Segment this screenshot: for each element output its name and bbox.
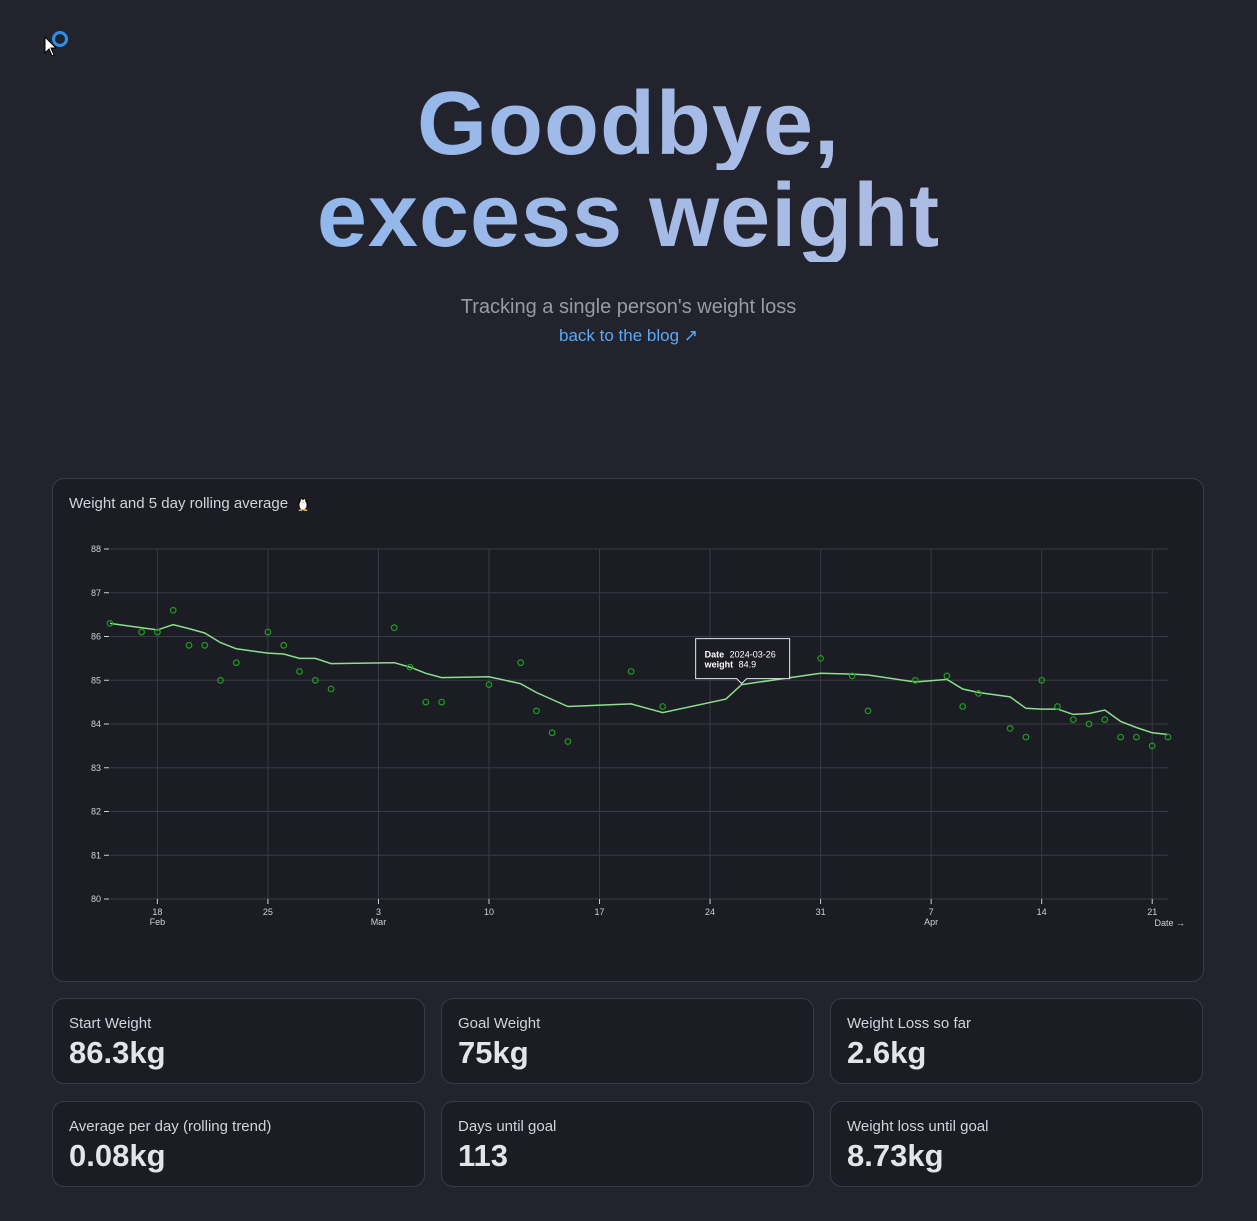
y-tick-label: 83	[91, 763, 101, 773]
weight-point	[232, 659, 240, 667]
y-tick-label: 87	[91, 588, 101, 598]
x-tick-month-label: Feb	[150, 917, 166, 927]
stat-value: 0.08kg	[69, 1138, 166, 1173]
site-logo-icon[interactable]	[52, 31, 68, 47]
weight-point	[659, 703, 667, 710]
tooltip-weight-value: 84.9	[739, 660, 757, 670]
back-to-blog-link[interactable]: back to the blog ↗	[559, 326, 698, 345]
page-title-line-1: Goodbye,	[0, 78, 1257, 170]
stat-value: 8.73kg	[847, 1138, 944, 1173]
x-tick-label: 18	[152, 907, 162, 917]
x-tick-label: 25	[263, 907, 273, 917]
stat-label: Average per day (rolling trend)	[69, 1118, 272, 1135]
page-title-line-2: excess weight	[0, 170, 1257, 262]
weight-chart[interactable]: 80 81 82 83 84 85 86 87 88 18Feb 25 3Mar 10 17 24 31 7Ap…	[53, 479, 1203, 981]
weight-point	[296, 668, 303, 675]
weight-point	[1022, 733, 1030, 741]
tooltip-date-line: Date 2024-03-26	[705, 650, 776, 660]
weight-point	[1117, 733, 1124, 741]
weight-point	[517, 659, 525, 667]
stat-label: Weight loss until goal	[847, 1118, 989, 1135]
tooltip-weight-label: weight	[704, 660, 734, 670]
stat-label: Start Weight	[69, 1015, 152, 1032]
weight-point	[548, 729, 556, 737]
y-tick-label: 88	[91, 544, 101, 554]
page-subtitle: Tracking a single person's weight loss	[460, 296, 797, 318]
x-tick-label: 31	[816, 907, 826, 917]
weight-points-layer	[106, 606, 1172, 750]
tooltip-weight-line: weight 84.9	[704, 660, 757, 670]
stat-value: 86.3kg	[69, 1035, 166, 1070]
weight-point	[327, 685, 335, 693]
chart-axes: 80 81 82 83 84 85 86 87 88 18Feb 25 3Mar 10 17 24 31 7Ap…	[91, 544, 1157, 927]
weight-point	[438, 698, 446, 706]
stat-card-average-per-day: Average per day (rolling trend) 0.08kg	[52, 1101, 425, 1187]
tooltip-date-label: Date	[705, 650, 725, 660]
back-to-blog-link-wrap: back to the blog ↗	[0, 326, 1257, 346]
x-tick-label: 10	[484, 907, 494, 917]
weight-point	[138, 628, 145, 636]
y-tick-label: 82	[91, 807, 101, 817]
weight-point	[1006, 724, 1014, 732]
weight-point	[169, 606, 177, 614]
stat-card-start-weight: Start Weight 86.3kg	[52, 998, 425, 1084]
y-tick-label: 85	[91, 675, 101, 685]
y-tick-label: 81	[91, 850, 101, 860]
stat-card-weight-loss-until-goal: Weight loss until goal 8.73kg	[830, 1101, 1203, 1187]
weight-point	[1164, 733, 1172, 741]
weight-point	[201, 641, 209, 649]
stat-value: 75kg	[458, 1035, 529, 1070]
x-tick-label: 14	[1037, 907, 1047, 917]
weight-chart-card: Weight and 5 day rolling average 80 81 82 8…	[52, 478, 1204, 982]
x-axis-label: Date →	[1154, 918, 1185, 928]
stat-value: 113	[458, 1138, 509, 1173]
rolling-average-line	[109, 622, 1169, 736]
stat-label: Weight Loss so far	[847, 1015, 971, 1032]
y-tick-label: 80	[91, 894, 101, 904]
x-tick-month-label: Apr	[924, 917, 938, 927]
weight-point	[280, 641, 288, 649]
rolling-average-layer	[109, 622, 1169, 736]
y-tick-label: 86	[91, 632, 101, 642]
x-tick-label: 7	[929, 907, 934, 917]
x-tick-label: 21	[1147, 907, 1157, 917]
weight-point	[959, 703, 967, 710]
x-tick-label: 17	[595, 907, 605, 917]
weight-point	[1132, 733, 1140, 741]
weight-point	[185, 641, 193, 649]
tooltip-date-value: 2024-03-26	[730, 650, 776, 660]
x-tick-month-label: Mar	[371, 917, 387, 927]
weight-point	[422, 698, 430, 706]
stat-label: Days until goal	[458, 1118, 557, 1135]
weight-point	[564, 738, 572, 745]
chart-grid	[110, 548, 1168, 900]
weight-point	[943, 672, 951, 680]
stat-card-days-until-goal: Days until goal 113	[441, 1101, 814, 1187]
x-tick-label: 3	[376, 907, 381, 917]
weight-point	[533, 707, 540, 715]
weight-point	[864, 707, 872, 715]
x-tick-label: 24	[705, 907, 715, 917]
weight-point	[390, 624, 398, 632]
y-tick-label: 84	[91, 719, 101, 729]
stat-card-goal-weight: Goal Weight 75kg	[441, 998, 814, 1084]
weight-point	[627, 668, 635, 675]
weight-point	[1101, 716, 1109, 724]
stat-value: 2.6kg	[847, 1035, 927, 1070]
chart-tooltip: Date 2024-03-26 weight 84.9	[695, 638, 791, 685]
stat-card-weight-loss-so-far: Weight Loss so far 2.6kg	[830, 998, 1203, 1084]
stat-label: Goal Weight	[458, 1015, 541, 1032]
weight-point	[1069, 716, 1077, 724]
hero-heading: Goodbye, excess weight	[0, 78, 1257, 262]
